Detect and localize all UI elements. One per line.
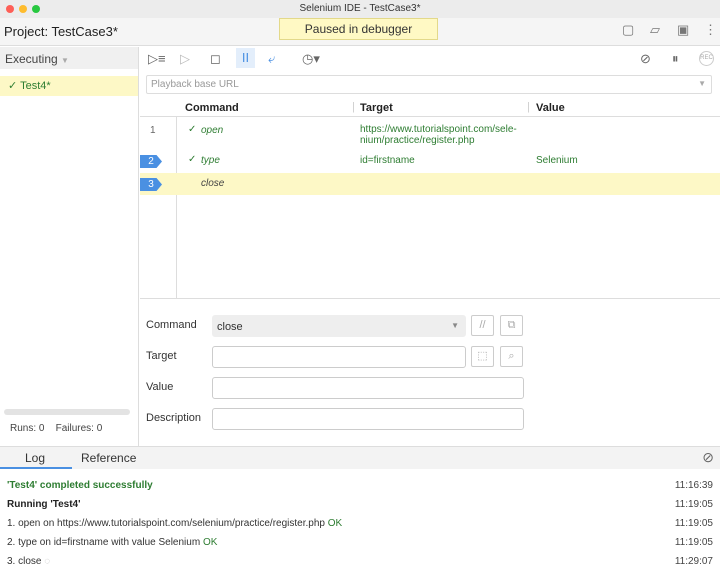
- new-project-icon[interactable]: ▢: [622, 22, 634, 38]
- disable-breakpoints-icon[interactable]: ⊘: [640, 51, 651, 67]
- value-input[interactable]: [212, 377, 524, 399]
- log-time: 11:19:05: [674, 518, 713, 529]
- run-stats: Runs: 0 Failures: 0: [10, 423, 102, 434]
- table-row-current[interactable]: 3 close: [140, 173, 720, 195]
- select-target-button[interactable]: ⬚: [471, 346, 494, 367]
- breakpoint-marker[interactable]: 3: [140, 178, 162, 191]
- more-menu-icon[interactable]: ⋮: [704, 22, 717, 38]
- run-all-tests-icon[interactable]: ▷≡: [148, 51, 166, 67]
- row-command: type: [201, 155, 220, 166]
- status-banner: Paused in debugger: [279, 18, 438, 40]
- row-target: https://www.tutorialspoint.com/sele­nium…: [360, 124, 517, 146]
- clear-log-icon[interactable]: ⊘: [702, 449, 714, 466]
- save-project-icon[interactable]: ▣: [677, 22, 689, 38]
- tab-log[interactable]: Log: [25, 451, 45, 465]
- value-label: Value: [146, 381, 174, 393]
- log-text: Running 'Test4': [7, 499, 81, 510]
- run-test-icon[interactable]: ▷: [180, 51, 190, 67]
- test-item[interactable]: ✓ Test4*: [0, 76, 138, 96]
- runs-count: Runs: 0: [10, 423, 45, 434]
- log-time: 11:29:07: [674, 556, 713, 567]
- pause-icon[interactable]: II: [236, 48, 255, 68]
- log-status: OK: [327, 518, 343, 529]
- spinner-icon: ◌: [44, 556, 51, 567]
- minimize-window-button[interactable]: [19, 5, 27, 13]
- failures-count: Failures: 0: [55, 423, 103, 434]
- log-entry: 1. open on https://www.tutorialspoint.co…: [0, 515, 720, 534]
- stop-icon[interactable]: ◻: [210, 51, 221, 67]
- url-placeholder: Playback base URL: [151, 79, 239, 90]
- log-text: 1. open on https://www.tutorialspoint.co…: [7, 518, 325, 529]
- header: Project: TestCase3* Paused in debugger ▢…: [0, 18, 720, 46]
- log-entry: 3. close ◌ 11:29:07: [0, 553, 720, 572]
- log-time: 11:19:05: [674, 537, 713, 548]
- log-entry: 'Test4' completed successfully 11:16:39: [0, 477, 720, 496]
- column-value: Value: [536, 102, 565, 114]
- log-status: OK: [202, 537, 218, 548]
- row-command: close: [201, 178, 225, 189]
- close-window-button[interactable]: [6, 5, 14, 13]
- table-row[interactable]: 2 ✓ type id=firstname Selenium: [140, 150, 720, 172]
- row-target: id=firstname: [360, 155, 415, 166]
- column-target: Target: [360, 102, 393, 114]
- description-input[interactable]: [212, 408, 524, 430]
- window-title: Selenium IDE - TestCase3*: [299, 3, 421, 14]
- bottom-tabs: Log Reference ⊘: [0, 447, 720, 469]
- chevron-down-icon[interactable]: ▼: [698, 79, 706, 88]
- speed-timer-icon[interactable]: ◷▾: [302, 51, 320, 67]
- chevron-down-icon: ▼: [451, 321, 459, 330]
- find-target-button[interactable]: ⌕: [500, 346, 523, 367]
- pause-on-exceptions-icon[interactable]: ⏸: [672, 51, 679, 67]
- sidebar: Executing ▼ ✓ Test4* Runs: 0 Failures: 0: [0, 47, 139, 446]
- row-number: 1: [150, 125, 156, 136]
- command-label: Command: [146, 319, 197, 331]
- record-icon[interactable]: REC: [699, 51, 714, 66]
- check-icon: ✓: [188, 154, 197, 165]
- dropdown-label: Executing: [5, 52, 58, 66]
- log-entry: Running 'Test4' 11:19:05: [0, 496, 720, 515]
- comment-toggle-button[interactable]: //: [471, 315, 494, 336]
- column-command: Command: [185, 102, 239, 114]
- scrollbar[interactable]: [4, 409, 130, 415]
- check-icon: ✓: [188, 124, 197, 135]
- command-select[interactable]: close ▼: [212, 315, 466, 337]
- row-value: Selenium: [536, 155, 578, 166]
- log-text: 2. type on id=firstname with value Selen…: [7, 537, 201, 548]
- playback-url-input[interactable]: Playback base URL ▼: [146, 75, 712, 94]
- breakpoint-marker[interactable]: 2: [140, 155, 162, 168]
- maximize-window-button[interactable]: [32, 5, 40, 13]
- target-input[interactable]: [212, 346, 466, 368]
- table-header: Command | Target | Value: [140, 99, 720, 117]
- tab-reference[interactable]: Reference: [81, 451, 136, 465]
- row-command: open: [201, 125, 224, 136]
- command-value: close: [217, 321, 243, 333]
- log-time: 11:19:05: [674, 499, 713, 510]
- title-bar: Selenium IDE - TestCase3*: [0, 0, 720, 18]
- step-over-icon[interactable]: ⤶: [268, 51, 275, 67]
- log-text: 'Test4' completed successfully: [7, 480, 153, 491]
- table-row[interactable]: 1 ✓ open https://www.tutorialspoint.com/…: [140, 120, 720, 150]
- project-title[interactable]: Project: TestCase3*: [4, 24, 118, 39]
- open-reference-button[interactable]: ⧉: [500, 315, 523, 336]
- open-project-icon[interactable]: ▱: [650, 22, 660, 38]
- log-entry: 2. type on id=firstname with value Selen…: [0, 534, 720, 553]
- bottom-panel: Log Reference ⊘ 'Test4' completed succes…: [0, 446, 720, 570]
- chevron-down-icon: ▼: [61, 56, 69, 65]
- description-label: Description: [146, 412, 202, 424]
- target-label: Target: [146, 350, 177, 362]
- log-time: 11:16:39: [674, 480, 713, 491]
- log-text: 3. close: [7, 556, 42, 567]
- toolbar: ▷≡ ▷ ◻ II ⤶ ◷▾ ⊘ ⏸ REC: [140, 47, 720, 71]
- executing-dropdown[interactable]: Executing ▼: [0, 47, 138, 69]
